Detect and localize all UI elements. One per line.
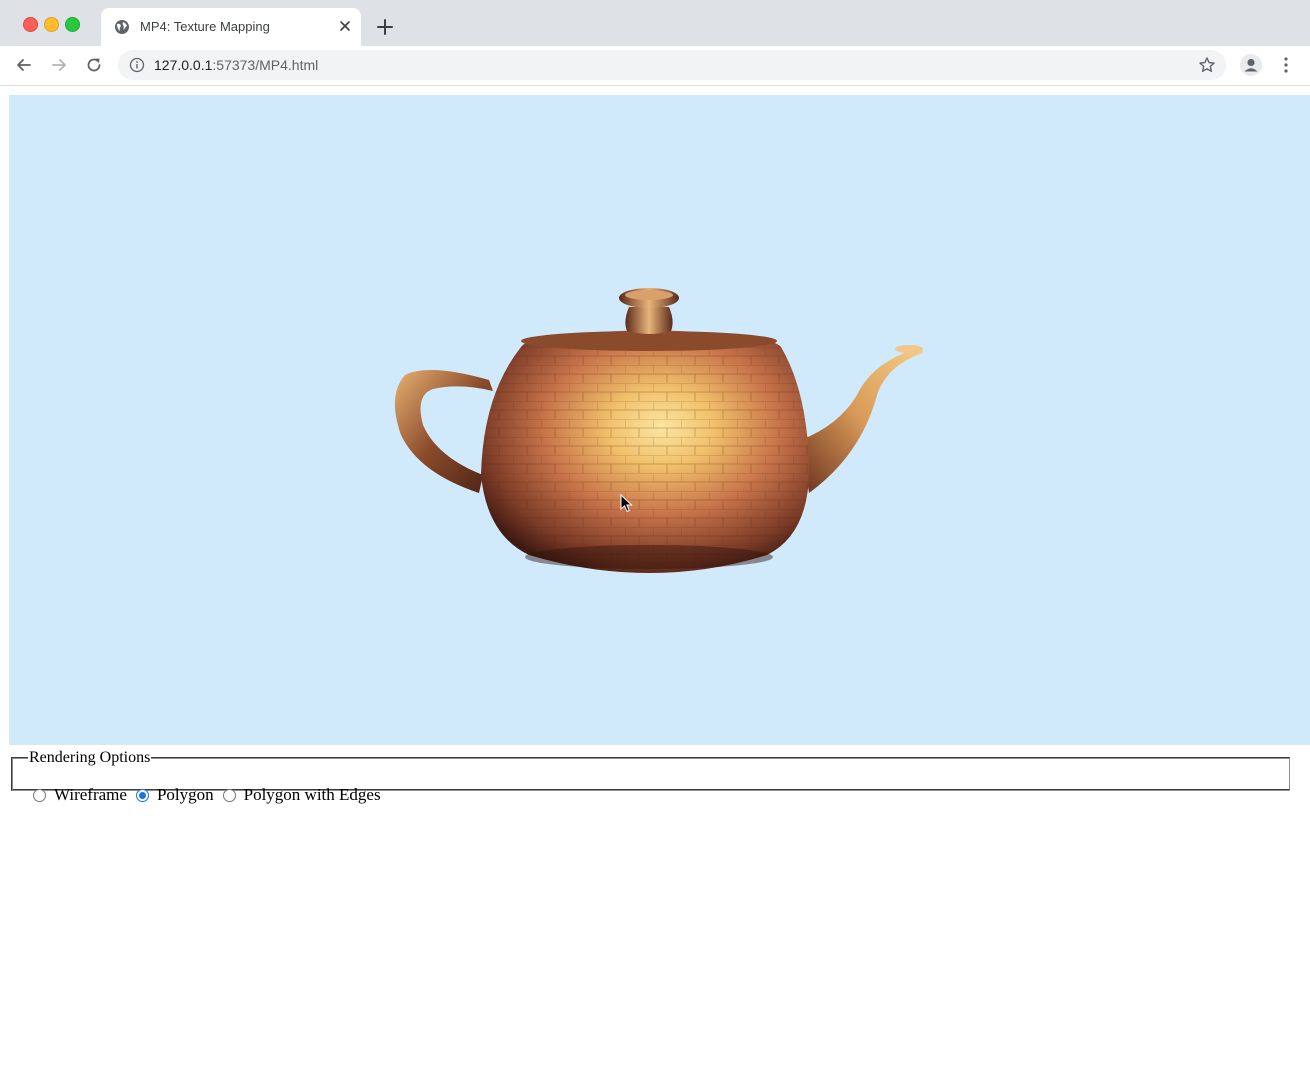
polygon-with-edges-label[interactable]: Polygon with Edges (244, 785, 381, 805)
window-close-button[interactable] (23, 17, 38, 32)
rendering-options-row: Wireframe Polygon Polygon with Edges (30, 785, 387, 805)
tab-strip: MP4: Texture Mapping (0, 0, 1310, 46)
browser-toolbar: 127.0.0.1:57373/MP4.html (0, 46, 1310, 86)
browser-window: MP4: Texture Mapping 127.0.0.1:57373/MP4… (0, 0, 1310, 1080)
tab-title: MP4: Texture Mapping (140, 19, 270, 34)
textured-teapot-image (394, 288, 923, 573)
mouse-pointer-icon (620, 493, 634, 514)
url-path: :57373/MP4.html (212, 57, 319, 73)
polygon-radio[interactable] (135, 788, 149, 802)
close-icon[interactable] (337, 18, 353, 34)
reload-icon[interactable] (85, 56, 103, 74)
window-minimize-button[interactable] (44, 17, 59, 32)
webgl-canvas[interactable] (9, 95, 1310, 745)
address-bar[interactable]: 127.0.0.1:57373/MP4.html (118, 50, 1226, 80)
url-host: 127.0.0.1 (154, 57, 213, 73)
page-viewport: Rendering Options Wireframe Polygon Poly… (0, 86, 1310, 1080)
back-arrow-icon[interactable] (15, 56, 33, 74)
globe-icon (114, 19, 130, 35)
kebab-menu-icon[interactable] (1278, 56, 1294, 74)
window-maximize-button[interactable] (65, 17, 80, 32)
info-icon[interactable] (129, 57, 145, 73)
url-text: 127.0.0.1:57373/MP4.html (154, 57, 318, 73)
active-tab[interactable]: MP4: Texture Mapping (101, 8, 361, 46)
forward-arrow-icon[interactable] (50, 56, 68, 74)
polygon-with-edges-radio[interactable] (222, 788, 236, 802)
wireframe-label[interactable]: Wireframe (54, 785, 127, 805)
polygon-label[interactable]: Polygon (157, 785, 214, 805)
star-icon[interactable] (1198, 56, 1216, 74)
person-icon[interactable] (1240, 54, 1262, 76)
plus-icon[interactable] (376, 18, 394, 36)
rendering-options-legend: Rendering Options (29, 749, 151, 766)
rendering-options-fieldset: Rendering Options Wireframe Polygon Poly… (11, 749, 1290, 804)
wireframe-radio[interactable] (33, 788, 46, 802)
